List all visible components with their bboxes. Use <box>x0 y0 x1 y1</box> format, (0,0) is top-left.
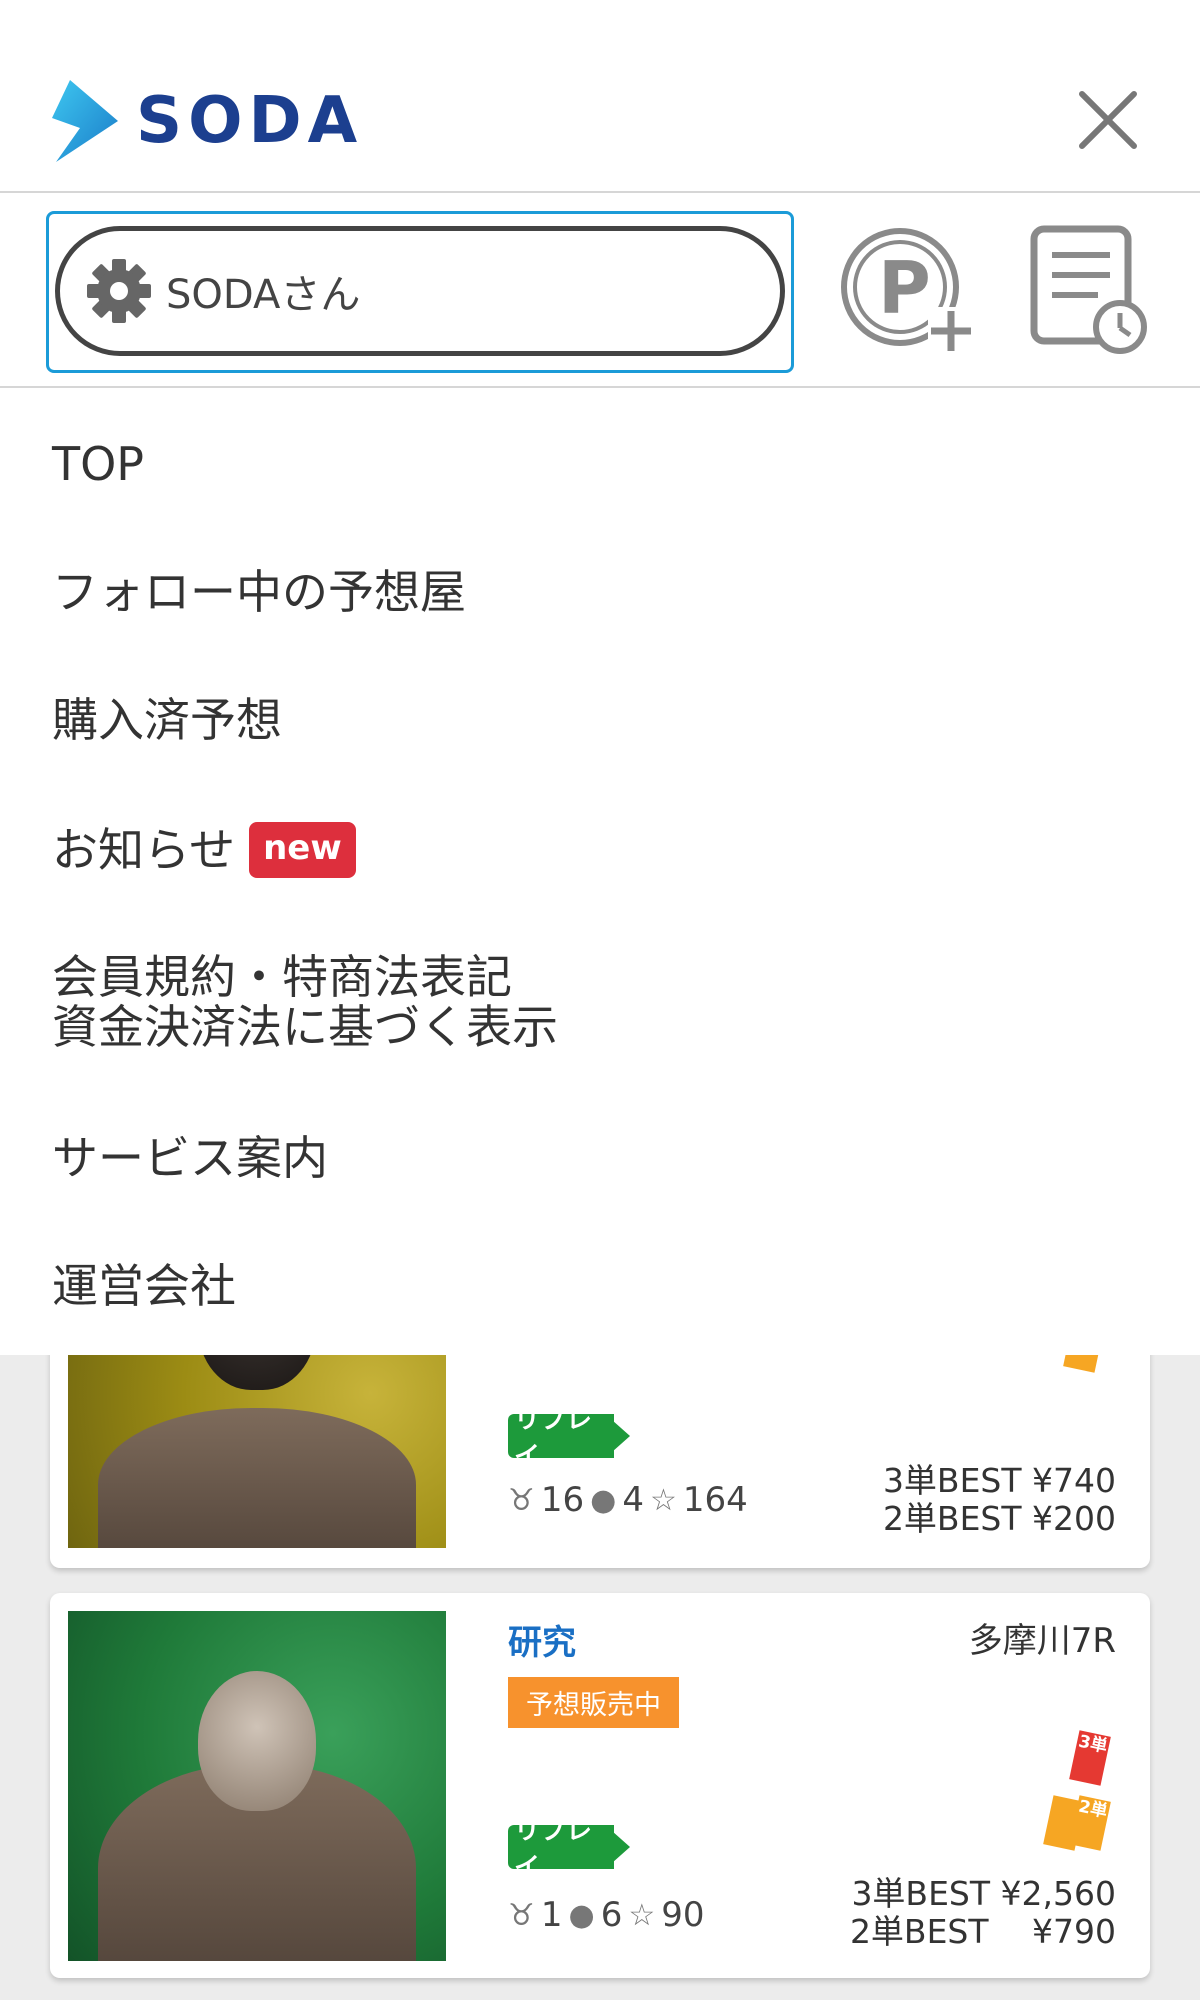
hit-count: 1 <box>540 1895 563 1935</box>
follower-count: 6 <box>600 1895 623 1935</box>
status-badge: 予想販売中 <box>508 1677 679 1728</box>
person-icon: ● <box>568 1897 595 1933</box>
best-3tan: 3単BEST ¥740 <box>882 1461 1116 1500</box>
svg-text:P: P <box>878 246 931 330</box>
soda-logo-icon <box>52 80 118 162</box>
logo-text: SODA <box>136 84 364 158</box>
drawer-menu: SODA SODAさん P TOP フォロー中の予想屋 購入済予想 お知らせ n… <box>0 0 1200 1355</box>
menu-item-label: お知らせ <box>52 823 236 877</box>
best-3tan: 3単BEST ¥2,560 <box>851 1874 1116 1913</box>
star-count: 164 <box>682 1480 748 1520</box>
user-name: SODAさん <box>166 272 361 318</box>
menu-item-news[interactable]: お知らせ new <box>52 822 356 878</box>
predictor-category: 研究 <box>508 1623 576 1663</box>
race-label: 多摩川7R <box>968 1621 1116 1661</box>
drawer-header: SODA <box>0 0 1200 193</box>
new-badge: new <box>249 822 356 878</box>
hit-icon: ♉ <box>508 1897 535 1933</box>
predictor-stats: ♉ 16 ● 4 ☆ 164 <box>508 1480 748 1520</box>
menu-item-company[interactable]: 運営会社 <box>52 1260 236 1312</box>
best-2tan: 2単BEST ¥200 <box>882 1499 1116 1538</box>
predictor-card[interactable]: 研究 予想販売中 多摩川7R 3単 2単 リプレイ ♉ 1 ● 6 ☆ 90 3… <box>50 1593 1150 1978</box>
user-row: SODAさん P <box>0 195 1200 388</box>
star-icon: ☆ <box>628 1897 656 1933</box>
menu-item-top[interactable]: TOP <box>52 438 144 490</box>
star-icon: ☆ <box>650 1482 677 1518</box>
replay-badge[interactable]: リプレイ <box>508 1816 630 1883</box>
hit-count: 16 <box>540 1480 585 1520</box>
ticket-3tan-icon: 3単 <box>1069 1730 1111 1786</box>
user-settings-focus: SODAさん <box>46 211 794 373</box>
menu-item-terms[interactable]: 会員規約・特商法表記 資金決済法に基づく表示 <box>52 952 558 1052</box>
menu-item-label: 購入済予想 <box>52 693 282 747</box>
menu-item-label: 会員規約・特商法表記 <box>52 950 512 1004</box>
menu-item-following[interactable]: フォロー中の予想屋 <box>52 566 466 618</box>
menu-item-purchased[interactable]: 購入済予想 <box>52 694 282 746</box>
gear-icon <box>87 259 151 323</box>
user-settings-button[interactable]: SODAさん <box>55 226 785 356</box>
predictor-stats: ♉ 1 ● 6 ☆ 90 <box>508 1895 705 1935</box>
best-2tan: 2単BEST ¥790 <box>849 1912 1116 1951</box>
person-icon: ● <box>590 1482 617 1518</box>
close-icon[interactable] <box>1076 88 1140 152</box>
follower-count: 4 <box>622 1480 644 1520</box>
predictor-photo <box>68 1611 446 1961</box>
point-plus-icon[interactable]: P <box>838 225 978 355</box>
menu-item-label: フォロー中の予想屋 <box>52 565 466 619</box>
best-payouts: 3単BEST ¥2,560 2単BEST ¥790 <box>850 1875 1116 1951</box>
hit-icon: ♉ <box>508 1482 535 1518</box>
menu-item-label: サービス案内 <box>52 1131 328 1185</box>
menu-item-label: TOP <box>52 437 145 491</box>
star-count: 90 <box>661 1895 705 1935</box>
soda-logo[interactable]: SODA <box>50 78 363 164</box>
menu-item-label: 運営会社 <box>52 1259 236 1313</box>
purchase-history-icon[interactable] <box>1028 223 1148 355</box>
best-payouts: 3単BEST ¥740 2単BEST ¥200 <box>883 1462 1116 1538</box>
menu-item-service-guide[interactable]: サービス案内 <box>52 1132 328 1184</box>
replay-badge[interactable]: リプレイ <box>508 1405 630 1472</box>
menu-item-label-secondary: 資金決済法に基づく表示 <box>52 1000 558 1054</box>
